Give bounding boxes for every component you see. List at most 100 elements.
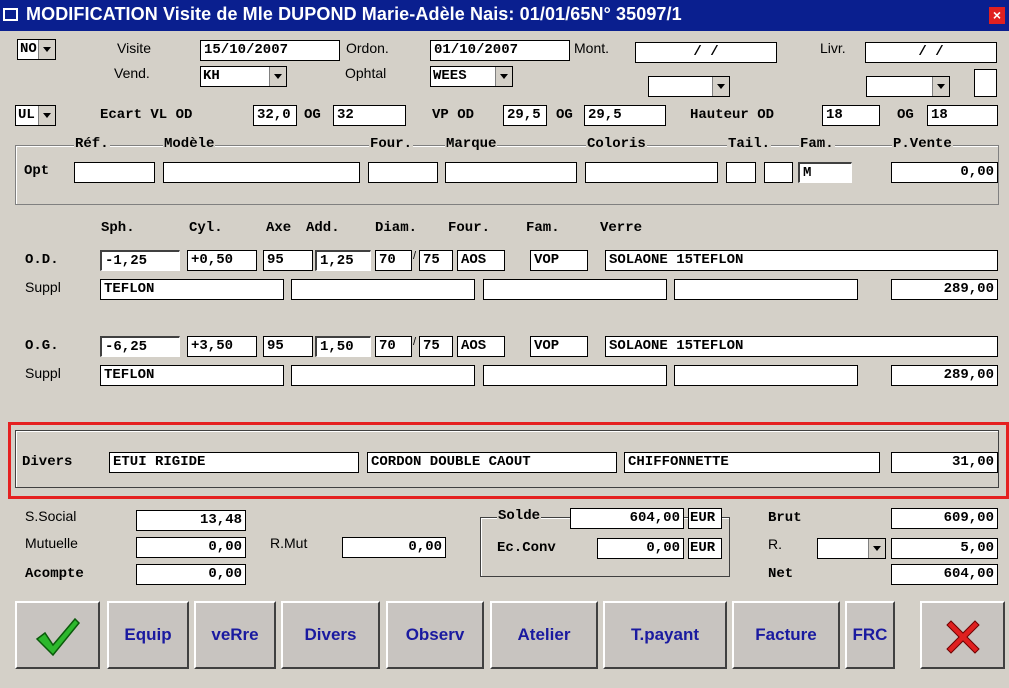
pvente-field[interactable]: 0,00 [891,162,998,183]
ordon-date-field[interactable]: 01/10/2007 [430,40,570,61]
verre-button[interactable]: veRre [194,601,276,669]
third-combo[interactable] [648,76,730,97]
og-cyl-field[interactable]: +3,50 [187,336,257,357]
og-fam-field[interactable]: VOP [530,336,588,357]
od-add-field[interactable]: 1,25 [315,250,371,271]
divers-price-field[interactable]: 31,00 [891,452,998,473]
net-field[interactable]: 604,00 [891,564,998,585]
og-suppl-field-2[interactable] [291,365,475,386]
cancel-button[interactable] [920,601,1005,669]
mont-date-field[interactable]: / / [635,42,777,63]
divers-item-1-field[interactable]: ETUI RIGIDE [109,452,359,473]
od-axe-field[interactable]: 95 [263,250,313,271]
od-suppl-field-2[interactable] [291,279,475,300]
og-price-field[interactable]: 289,00 [891,365,998,386]
og-verre-field[interactable]: SOLAONE 15TEFLON [605,336,998,357]
livr-date-field[interactable]: / / [865,42,997,63]
fam-lens-header: Fam. [526,220,560,236]
net-label: Net [768,566,794,582]
mont-label: Mont. [574,40,610,56]
od-diam2-field[interactable]: 75 [419,250,453,271]
od-verre-field[interactable]: SOLAONE 15TEFLON [605,250,998,271]
ecart-og-field[interactable]: 32 [333,105,406,126]
od-fam-field[interactable]: VOP [530,250,588,271]
od-suppl-field-1[interactable]: TEFLON [100,279,284,300]
mutuelle-field[interactable]: 0,00 [136,537,246,558]
og-diam2-field[interactable]: 75 [419,336,453,357]
od-four-field[interactable]: AOS [457,250,505,271]
chevron-down-icon[interactable] [932,77,949,96]
od-price-field[interactable]: 289,00 [891,279,998,300]
solde-currency: EUR [688,508,722,529]
rmut-field[interactable]: 0,00 [342,537,446,558]
chevron-down-icon[interactable] [38,40,55,59]
facture-button[interactable]: Facture [732,601,840,669]
og-diam1-field[interactable]: 70 [375,336,412,357]
acompte-field[interactable]: 0,00 [136,564,246,585]
od-cyl-field[interactable]: +0,50 [187,250,257,271]
visite-date-field[interactable]: 15/10/2007 [200,40,340,61]
od-sph-field[interactable]: -1,25 [100,250,180,271]
vp-od-field[interactable]: 29,5 [503,105,547,126]
type-combo[interactable]: NO [17,39,56,60]
chevron-down-icon[interactable] [868,539,885,558]
ecart-og-label: OG [304,107,321,123]
od-suppl-field-4[interactable] [674,279,858,300]
og-add-field[interactable]: 1,50 [315,336,371,357]
og-four-field[interactable]: AOS [457,336,505,357]
observ-button[interactable]: Observ [386,601,484,669]
r-label: R. [768,536,782,552]
system-menu-icon[interactable] [3,8,18,21]
fam-header: Fam. [799,136,835,152]
tail-field-2[interactable] [764,162,793,183]
chevron-down-icon[interactable] [495,67,512,86]
hauteur-og-label: OG [897,107,914,123]
fam-field[interactable]: M [798,162,852,183]
od-diam1-field[interactable]: 70 [375,250,412,271]
validate-button[interactable] [15,601,100,669]
ophtal-combo[interactable]: WEES [430,66,513,87]
divers-item-3-field[interactable]: CHIFFONNETTE [624,452,880,473]
coloris-field[interactable] [585,162,718,183]
og-sph-field[interactable]: -6,25 [100,336,180,357]
ssocial-field[interactable]: 13,48 [136,510,246,531]
frc-button[interactable]: FRC [845,601,895,669]
vp-og-field[interactable]: 29,5 [584,105,666,126]
ref-field[interactable] [74,162,155,183]
checkbox[interactable] [974,69,997,97]
og-diam-separator: / [413,336,417,348]
vend-combo[interactable]: KH [200,66,287,87]
ecconv-field[interactable]: 0,00 [597,538,684,559]
divers-button[interactable]: Divers [281,601,380,669]
brut-field[interactable]: 609,00 [891,508,998,529]
od-label: O.D. [25,252,59,268]
hauteur-od-field[interactable]: 18 [822,105,880,126]
remise-field[interactable]: 5,00 [891,538,998,559]
tpayant-button[interactable]: T.payant [603,601,727,669]
mode-combo[interactable]: UL [15,105,56,126]
og-suppl-field-1[interactable]: TEFLON [100,365,284,386]
equip-button[interactable]: Equip [107,601,189,669]
fourth-combo[interactable] [866,76,950,97]
og-axe-field[interactable]: 95 [263,336,313,357]
od-suppl-field-3[interactable] [483,279,667,300]
ophtal-label: Ophtal [345,65,387,81]
tail-field-1[interactable] [726,162,756,183]
chevron-down-icon[interactable] [38,106,55,125]
og-suppl-field-3[interactable] [483,365,667,386]
hauteur-og-field[interactable]: 18 [927,105,998,126]
four-field[interactable] [368,162,438,183]
solde-field[interactable]: 604,00 [570,508,684,529]
divers-item-2-field[interactable]: CORDON DOUBLE CAOUT [367,452,617,473]
modele-field[interactable] [163,162,360,183]
marque-field[interactable] [445,162,577,183]
title-bar: MODIFICATION Visite de Mle DUPOND Marie-… [0,0,1009,31]
close-icon[interactable]: × [989,7,1005,24]
ecart-od-field[interactable]: 32,0 [253,105,297,126]
remise-combo[interactable] [817,538,886,559]
chevron-down-icon[interactable] [712,77,729,96]
og-suppl-field-4[interactable] [674,365,858,386]
add-header: Add. [306,220,340,236]
chevron-down-icon[interactable] [269,67,286,86]
atelier-button[interactable]: Atelier [490,601,598,669]
